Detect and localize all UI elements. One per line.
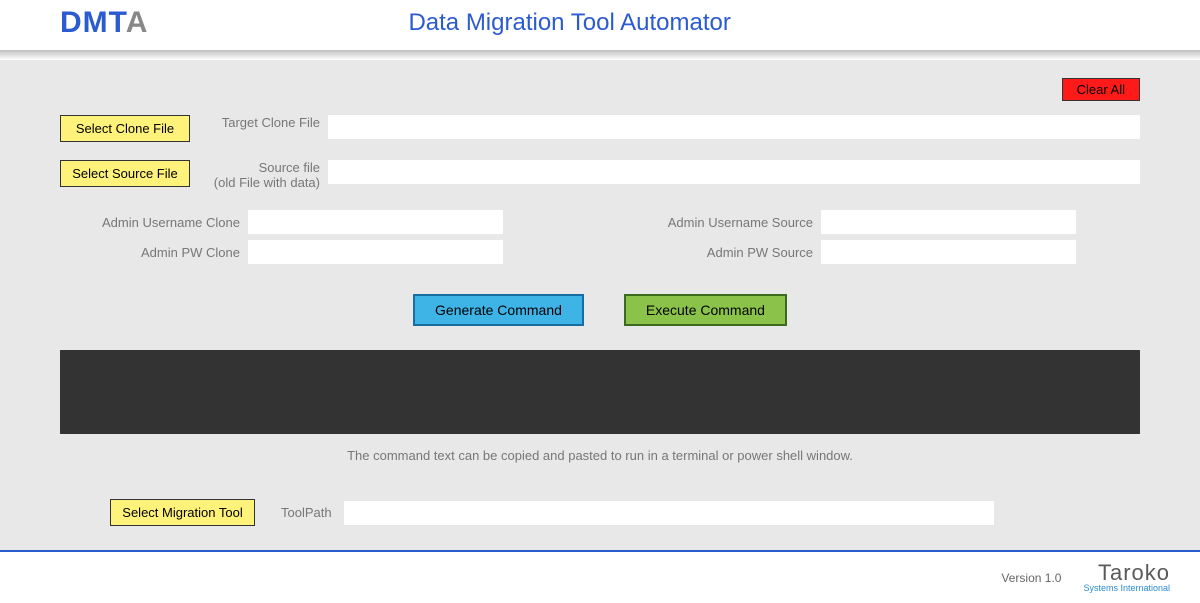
company-logo: Taroko Systems International xyxy=(1083,562,1170,593)
tool-path-label: ToolPath xyxy=(281,505,332,520)
select-clone-file-button[interactable]: Select Clone File xyxy=(60,115,190,142)
command-hint: The command text can be copied and paste… xyxy=(60,448,1140,463)
admin-user-source-input[interactable] xyxy=(821,210,1076,234)
tool-path-row: Select Migration Tool ToolPath xyxy=(110,499,1140,526)
admin-pw-source-label: Admin PW Source xyxy=(623,245,813,260)
tool-path-input[interactable] xyxy=(344,501,994,525)
clone-file-row: Select Clone File Target Clone File xyxy=(60,115,1140,142)
source-file-sublabel: (old File with data) xyxy=(200,175,320,190)
admin-pw-source-input[interactable] xyxy=(821,240,1076,264)
select-migration-tool-button[interactable]: Select Migration Tool xyxy=(110,499,255,526)
admin-pw-clone-label: Admin PW Clone xyxy=(60,245,240,260)
select-source-file-button[interactable]: Select Source File xyxy=(60,160,190,187)
generate-command-button[interactable]: Generate Command xyxy=(413,294,584,326)
admin-user-clone-label: Admin Username Clone xyxy=(60,215,240,230)
header: DMTA Data Migration Tool Automator xyxy=(0,0,1200,50)
main-panel: Clear All Select Clone File Target Clone… xyxy=(0,60,1200,550)
target-clone-label: Target Clone File xyxy=(200,115,320,130)
admin-user-source-label: Admin Username Source xyxy=(623,215,813,230)
source-file-row: Select Source File Source file (old File… xyxy=(60,160,1140,190)
admin-pw-clone-input[interactable] xyxy=(248,240,503,264)
header-shadow xyxy=(0,50,1200,60)
app-title: Data Migration Tool Automator xyxy=(408,9,730,37)
source-file-label: Source file xyxy=(200,160,320,175)
admin-user-clone-input[interactable] xyxy=(248,210,503,234)
app-logo: DMTA xyxy=(60,6,148,40)
clear-all-button[interactable]: Clear All xyxy=(1062,78,1140,101)
execute-command-button[interactable]: Execute Command xyxy=(624,294,787,326)
footer: Version 1.0 Taroko Systems International xyxy=(0,552,1200,603)
action-buttons: Generate Command Execute Command xyxy=(60,294,1140,326)
source-file-path-input[interactable] xyxy=(328,160,1140,184)
command-output[interactable] xyxy=(60,350,1140,434)
version-label: Version 1.0 xyxy=(1001,571,1061,585)
credentials-section: Admin Username Clone Admin PW Clone Admi… xyxy=(60,210,1140,264)
target-clone-path-input[interactable] xyxy=(328,115,1140,139)
